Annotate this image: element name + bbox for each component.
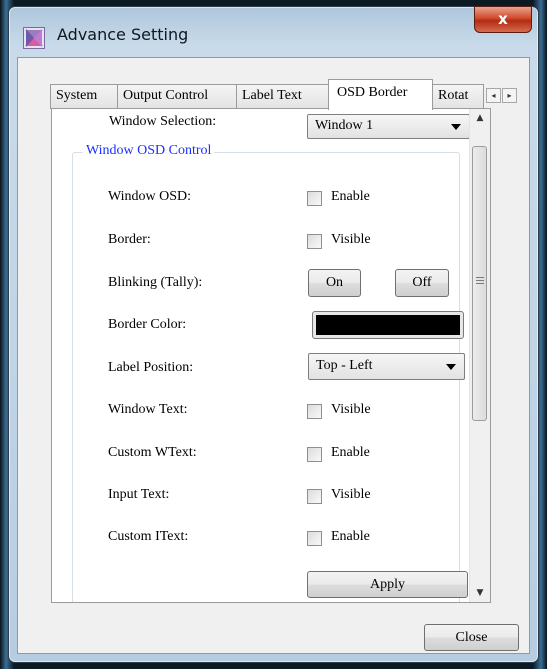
scroll-up-icon[interactable]: ▲ <box>470 109 490 127</box>
border-color-label: Border Color: <box>108 317 187 332</box>
osd-border-panel: Window Selection: Window 1 Window OSD Co… <box>51 108 491 603</box>
window-title: Advance Setting <box>57 25 189 44</box>
border-color-swatch <box>316 315 460 335</box>
window-osd-control-group: Window OSD Control Window OSD: Enable Bo… <box>72 143 468 602</box>
input-text-visible-checkbox[interactable] <box>307 489 322 504</box>
label-position-value: Top - Left <box>316 358 373 373</box>
blinking-label: Blinking (Tally): <box>108 275 203 290</box>
close-button[interactable]: Close <box>424 624 519 651</box>
tab-scroll-right-icon[interactable]: ▸ <box>502 88 517 103</box>
border-visible-label: Visible <box>331 232 371 247</box>
window-osd-enable-label: Enable <box>331 189 370 204</box>
advance-setting-dialog: Advance Setting x System Output Control … <box>8 6 539 663</box>
window-text-visible-label: Visible <box>331 402 371 417</box>
custom-itext-enable-label: Enable <box>331 529 370 544</box>
scrollbar-thumb[interactable] <box>472 146 487 421</box>
border-label: Border: <box>108 232 151 247</box>
panel-scrollbar[interactable]: ▲ ▼ <box>469 109 490 602</box>
blinking-on-button[interactable]: On <box>308 269 361 297</box>
tab-label-text[interactable]: Label Text <box>236 84 329 109</box>
window-selection-dropdown[interactable]: Window 1 <box>307 114 470 139</box>
custom-itext-label: Custom IText: <box>108 529 189 544</box>
scroll-down-icon[interactable]: ▼ <box>470 584 490 602</box>
custom-itext-enable-checkbox[interactable] <box>307 531 322 546</box>
apply-button[interactable]: Apply <box>307 571 468 598</box>
blinking-off-button[interactable]: Off <box>395 269 449 297</box>
window-selection-label: Window Selection: <box>109 114 217 129</box>
close-window-button[interactable]: x <box>474 6 532 33</box>
tab-strip: System Output Control Label Text OSD Bor… <box>18 58 529 110</box>
window-osd-enable-checkbox[interactable] <box>307 191 322 206</box>
tab-system[interactable]: System <box>50 84 118 109</box>
chevron-down-icon <box>451 124 461 130</box>
tab-output-control[interactable]: Output Control <box>117 84 237 109</box>
custom-wtext-enable-label: Enable <box>331 445 370 460</box>
close-icon: x <box>498 10 508 28</box>
window-osd-label: Window OSD: <box>108 189 192 204</box>
chevron-down-icon <box>446 364 456 370</box>
input-text-label: Input Text: <box>108 487 170 502</box>
group-title: Window OSD Control <box>83 143 215 159</box>
custom-wtext-label: Custom WText: <box>108 445 197 460</box>
label-position-dropdown[interactable]: Top - Left <box>308 353 465 380</box>
tab-rotate[interactable]: Rotat <box>432 84 484 109</box>
window-text-visible-checkbox[interactable] <box>307 404 322 419</box>
window-selection-value: Window 1 <box>315 118 374 133</box>
label-position-label: Label Position: <box>108 360 194 375</box>
title-bar[interactable]: Advance Setting x <box>9 6 538 57</box>
tab-scroll-left-icon[interactable]: ◂ <box>486 88 501 103</box>
dialog-client-area: System Output Control Label Text OSD Bor… <box>17 57 530 654</box>
border-color-button[interactable] <box>312 311 464 339</box>
app-icon <box>23 27 45 49</box>
tab-osd-border[interactable]: OSD Border <box>328 79 433 110</box>
border-visible-checkbox[interactable] <box>307 234 322 249</box>
window-text-label: Window Text: <box>108 402 188 417</box>
grip-icon <box>476 277 484 284</box>
custom-wtext-enable-checkbox[interactable] <box>307 447 322 462</box>
input-text-visible-label: Visible <box>331 487 371 502</box>
